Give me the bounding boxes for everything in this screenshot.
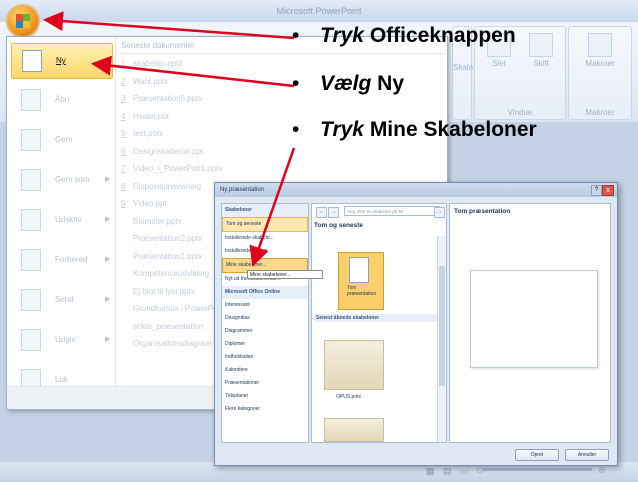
bullet: • (292, 118, 300, 141)
instruction-step-2: • Vælg Ny (292, 72, 404, 96)
step-3-text: Mine Skabeloner (363, 118, 537, 141)
arrow-to-my-templates (249, 147, 296, 267)
arrow-to-new (91, 55, 295, 88)
step-1-verb: Tryk (320, 24, 364, 47)
step-2-text: Ny (371, 72, 405, 95)
bullet: • (292, 72, 300, 95)
arrow-to-office-button (43, 11, 295, 40)
bullet: • (292, 24, 300, 47)
instruction-step-3: • Tryk Mine Skabeloner (292, 118, 537, 142)
step-1-text: Officeknappen (363, 24, 516, 47)
step-3-verb: Tryk (320, 118, 364, 141)
instruction-step-1: • Tryk Officeknappen (292, 24, 516, 48)
step-2-verb: Vælg (320, 72, 372, 95)
